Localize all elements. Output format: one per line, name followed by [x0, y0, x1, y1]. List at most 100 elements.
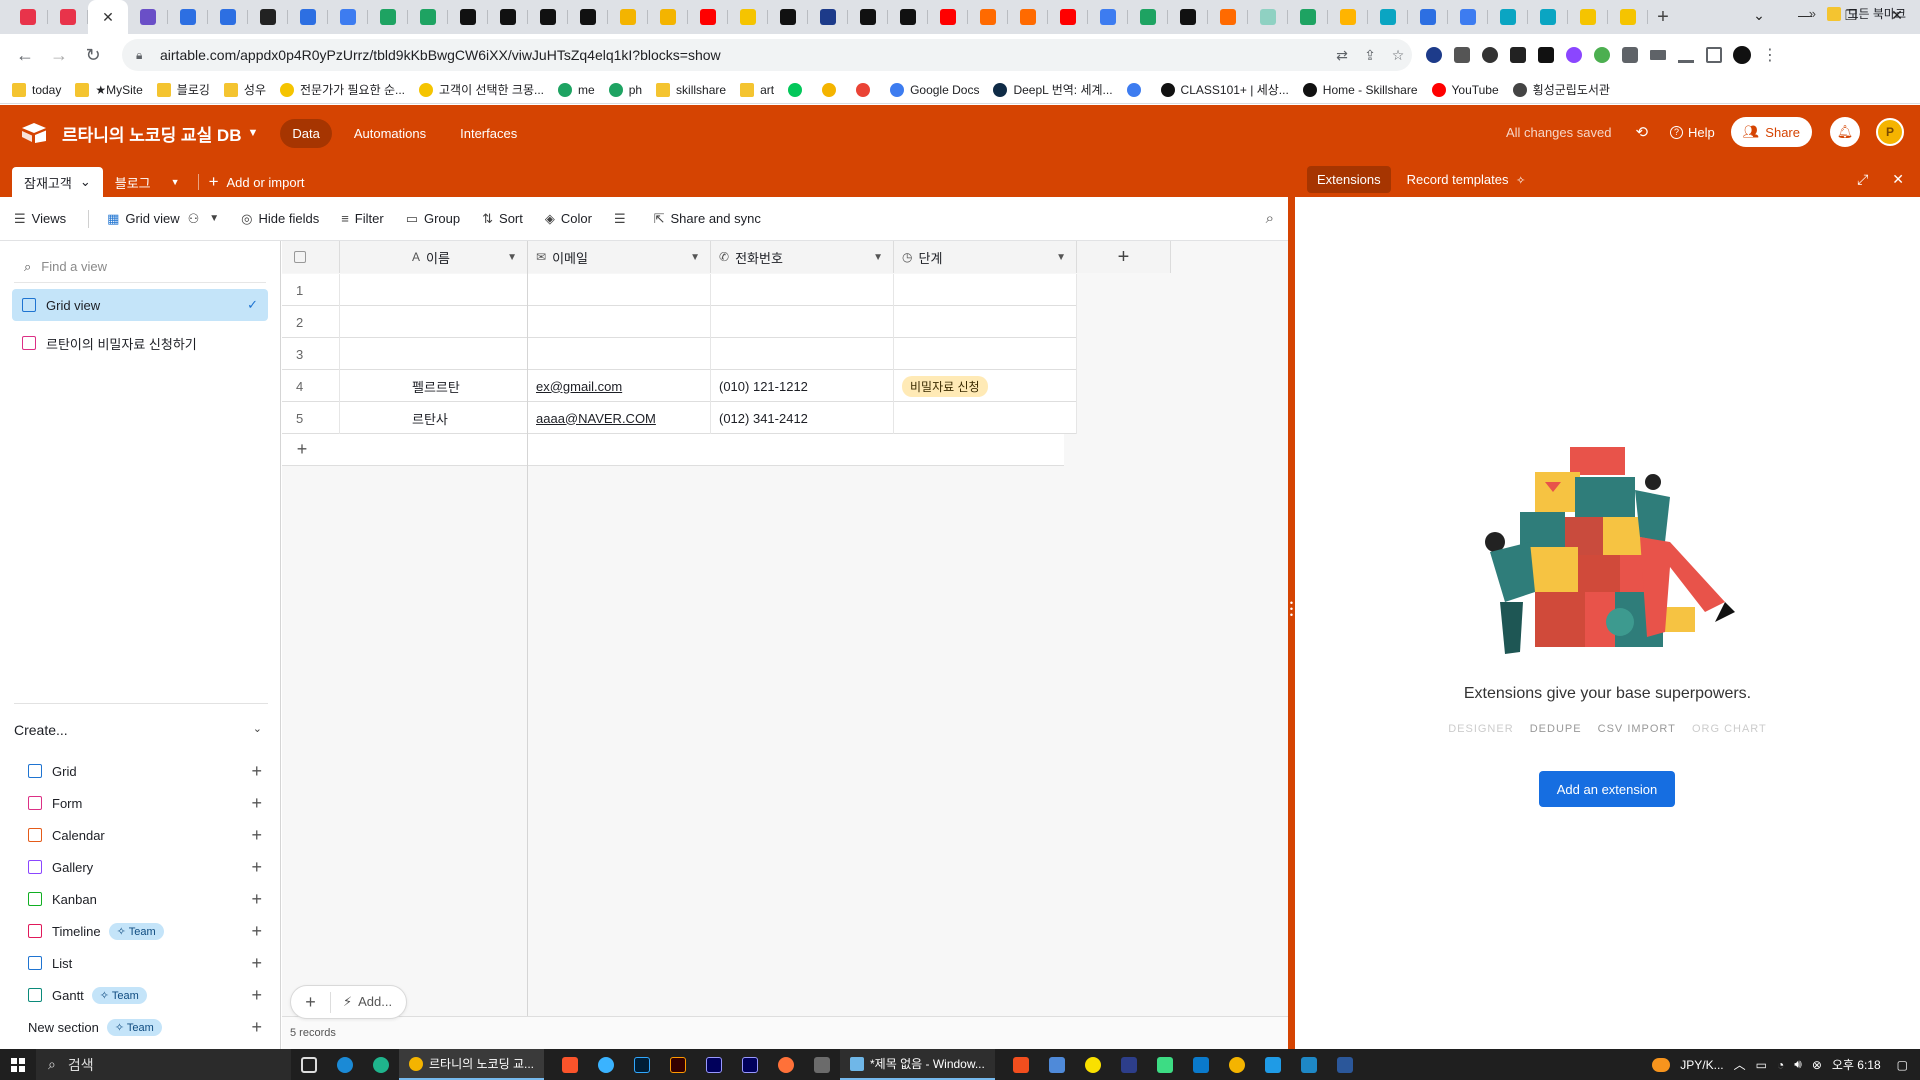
bookmark-item[interactable] [788, 82, 808, 97]
network-icon[interactable]: ▭ [1756, 1058, 1767, 1072]
bookmark-item[interactable]: ★MySite [75, 82, 143, 97]
bookmark-item[interactable]: art [740, 82, 774, 97]
browser-tab[interactable] [1048, 0, 1088, 34]
cell-stage[interactable]: 비밀자료 신청 [894, 370, 1077, 402]
new-tab-button[interactable]: + [1648, 0, 1678, 34]
cell-name[interactable] [340, 338, 528, 370]
share-page-icon[interactable]: ⇪ [1356, 47, 1384, 64]
column-header[interactable]: ✆ 전화번호 ▼ [711, 241, 894, 273]
browser-tab[interactable] [128, 0, 168, 34]
sidebar-view-item[interactable]: 르탄이의 비밀자료 신청하기 [12, 327, 268, 359]
plus-icon[interactable]: + [251, 889, 262, 910]
browser-tab[interactable] [1128, 0, 1168, 34]
color-button[interactable]: ◈ Color [545, 211, 592, 227]
bookmark-star-icon[interactable]: ☆ [1384, 47, 1412, 64]
browser-tab[interactable] [888, 0, 928, 34]
nav-automations[interactable]: Automations [342, 119, 438, 148]
browser-tab[interactable] [1528, 0, 1568, 34]
cell-email[interactable] [528, 306, 711, 338]
cell-stage[interactable] [894, 338, 1077, 370]
email-link[interactable]: aaaa@NAVER.COM [536, 411, 656, 426]
create-view-item[interactable]: Kanban + [14, 883, 268, 915]
browser-tab[interactable] [568, 0, 608, 34]
plus-icon[interactable]: + [251, 793, 262, 814]
browser-menu-icon[interactable]: ⋮ [1756, 41, 1784, 69]
bird-app-icon[interactable] [588, 1049, 624, 1080]
extension-icon[interactable] [1504, 41, 1532, 69]
cell-name[interactable]: 르탄사 [340, 402, 528, 434]
create-section-toggle[interactable]: Create... ⌄ [14, 703, 268, 738]
views-toggle-button[interactable]: ☰ Views [14, 211, 66, 227]
close-icon[interactable]: ✕ [1892, 171, 1904, 188]
cell-phone[interactable] [711, 274, 894, 306]
hide-fields-button[interactable]: ◎ Hide fields [241, 211, 319, 227]
browser-tab[interactable] [248, 0, 288, 34]
bookmark-item[interactable]: YouTube [1431, 82, 1499, 97]
volume-icon[interactable]: 🔊︎ [1794, 1057, 1802, 1072]
bookmark-item[interactable]: 블로깅 [156, 81, 210, 98]
task-view-icon[interactable] [291, 1049, 327, 1080]
taskbar-search[interactable]: ⌕ 검색 [36, 1049, 291, 1080]
browser-tab[interactable] [728, 0, 768, 34]
add-with-options-button[interactable]: ⚡︎ Add... [331, 994, 406, 1010]
browser-tab[interactable] [1368, 0, 1408, 34]
browser-tab[interactable] [1488, 0, 1528, 34]
notifications-bell-icon[interactable]: 🔔︎ [1830, 117, 1860, 147]
select-all-checkbox[interactable] [294, 251, 306, 263]
airtable-logo-icon[interactable] [20, 122, 48, 144]
bookmark-item[interactable]: me [558, 82, 595, 97]
sidebar-view-item[interactable]: Grid view ✓ [12, 289, 268, 321]
share-button[interactable]: 👥︎ Share [1730, 117, 1812, 147]
browser-tab[interactable] [1088, 0, 1128, 34]
tray-language-label[interactable]: JPY/K... [1680, 1058, 1723, 1072]
site-info-icon[interactable]: 🔒︎ [136, 48, 150, 62]
browser-tab[interactable] [8, 0, 48, 34]
chevron-up-icon[interactable]: ︿ [1734, 1056, 1746, 1073]
cell-stage[interactable] [894, 402, 1077, 434]
add-or-import-button[interactable]: + Add or import [209, 167, 305, 197]
bookmark-item[interactable]: CLASS101+ | 세상... [1160, 81, 1289, 98]
bookmark-item[interactable]: 성우 [223, 81, 266, 98]
sort-button[interactable]: ⇅ Sort [482, 211, 523, 227]
row-height-button[interactable]: ☰ [614, 211, 632, 227]
ime-icon[interactable]: ⊗ [1812, 1058, 1822, 1072]
cell-name[interactable] [340, 274, 528, 306]
table-row[interactable]: 1 [282, 274, 1077, 306]
illustrator-icon[interactable] [660, 1049, 696, 1080]
column-header[interactable]: ◷ 단계 ▼ [894, 241, 1077, 273]
browser-tab[interactable] [768, 0, 808, 34]
cell-phone[interactable]: (010) 121-1212 [711, 370, 894, 402]
bookmark-item[interactable]: today [12, 82, 61, 97]
bookmark-item[interactable] [822, 82, 842, 97]
browser-tab[interactable] [528, 0, 568, 34]
tab-search-icon[interactable]: ⌄ [1736, 0, 1782, 30]
profile-icon[interactable] [1728, 41, 1756, 69]
browser-tab[interactable]: ✕ [88, 0, 128, 34]
create-view-item[interactable]: Grid + [14, 755, 268, 787]
plus-icon[interactable]: + [251, 985, 262, 1006]
url-field[interactable]: 🔒︎ airtable.com/appdx0p4R0yPzUrrz/tbld9k… [122, 39, 1412, 71]
all-bookmarks-folder[interactable]: 모든 북마크 [1827, 5, 1906, 22]
plus-icon[interactable]: + [251, 857, 262, 878]
start-button[interactable] [0, 1049, 36, 1080]
cell-email[interactable]: aaaa@NAVER.COM [528, 402, 711, 434]
browser-tab[interactable] [1208, 0, 1248, 34]
downloads-icon[interactable] [1672, 41, 1700, 69]
create-view-item[interactable]: New section ✧ Team + [14, 1011, 268, 1043]
email-link[interactable]: ex@gmail.com [536, 379, 622, 394]
browser-tab[interactable] [1408, 0, 1448, 34]
browser-tab[interactable] [1248, 0, 1288, 34]
plus-icon[interactable]: + [251, 1017, 262, 1038]
chevron-down-icon[interactable]: ▼ [873, 252, 883, 263]
browser-tab[interactable] [1168, 0, 1208, 34]
view-switcher-button[interactable]: ▦ Grid view ⚇ ▼ [107, 211, 219, 227]
chevron-down-icon[interactable]: ▼ [1056, 252, 1066, 263]
extension-icon[interactable] [1420, 41, 1448, 69]
table-row[interactable]: 3 [282, 338, 1077, 370]
drag-handle-icon[interactable]: • • • [1288, 599, 1295, 620]
add-record-button[interactable]: + [291, 991, 331, 1013]
browser-tab[interactable] [968, 0, 1008, 34]
cell-name[interactable]: 펠르르탄 [340, 370, 528, 402]
chevron-down-icon[interactable]: ⌄ [80, 174, 91, 190]
after-effects-icon[interactable] [732, 1049, 768, 1080]
